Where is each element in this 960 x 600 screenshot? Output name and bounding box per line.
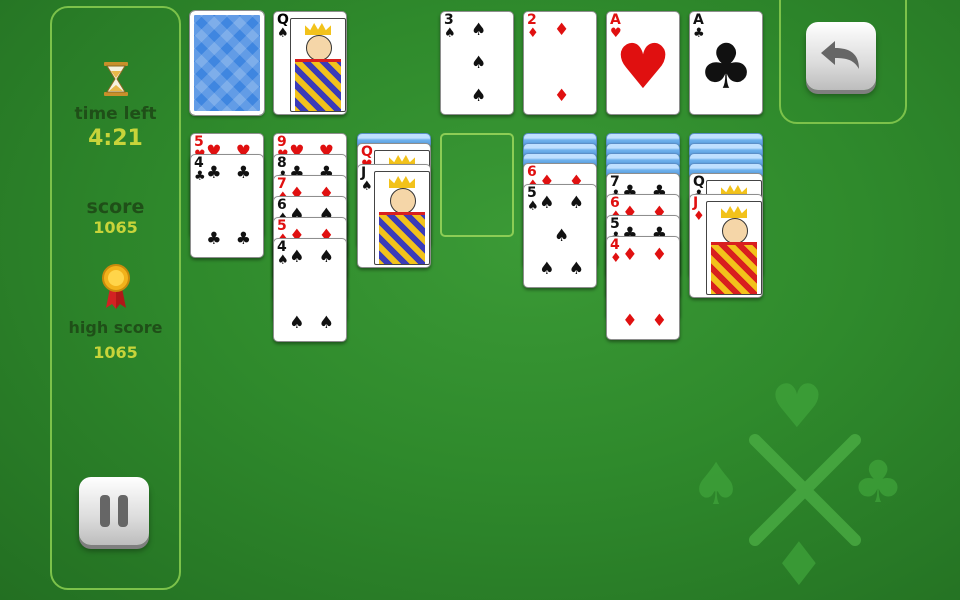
playing-card[interactable]: 4 ♦ ♦ ♦ ♦ ♦ (606, 236, 680, 340)
foundation-pile-1[interactable]: 3 ♠ ♠ ♠ ♠ (440, 11, 514, 115)
foundation-pile-2[interactable]: 2 ♦ ♦ ♦ (523, 11, 597, 115)
playing-card[interactable]: 5 ♠ ♠ ♠ ♠ ♠ ♠ (523, 184, 597, 288)
playing-card[interactable]: 4 ♣ ♣ ♣ ♣ ♣ (190, 154, 264, 258)
card-pip: ♣ (206, 162, 222, 183)
playing-card[interactable]: J ♦ (689, 194, 763, 298)
pause-icon (100, 495, 128, 527)
time-left-value: 4:21 (88, 126, 143, 151)
card-pip: ♠ (554, 226, 570, 246)
card-pip: ♦ (651, 244, 668, 265)
card-pip: ♠ (318, 246, 335, 267)
crossed-swords-watermark-icon (749, 434, 861, 546)
card-pip: ♦ (622, 311, 638, 332)
card-suit: ♠ (277, 253, 289, 268)
waste-pile-card[interactable]: Q ♠ (273, 11, 347, 115)
hourglass-icon (50, 62, 181, 96)
undo-arrow-icon (821, 41, 859, 69)
high-score-label: high score (68, 318, 163, 337)
card-suit: ♦ (610, 251, 622, 266)
card-pip: ♣ (206, 229, 222, 250)
card-suit: ♠ (277, 26, 289, 41)
card-face-art (706, 201, 762, 295)
medal-icon (50, 264, 181, 310)
card-pip: ♠ (289, 246, 305, 267)
score-value: 1065 (93, 218, 138, 237)
empty-tableau-slot[interactable] (440, 133, 514, 237)
high-score-value: 1065 (93, 343, 138, 362)
card-pip: ♣ (235, 229, 252, 250)
card-center-suit: ♥ (615, 30, 671, 103)
time-left-label: time left (74, 104, 157, 124)
card-pip: ♠ (471, 19, 487, 40)
pause-button[interactable] (79, 477, 149, 545)
spade-watermark-icon: ♠ (690, 450, 742, 518)
card-suit: ♦ (527, 26, 539, 41)
card-pip: ♠ (318, 313, 335, 334)
card-suit: ♠ (444, 26, 456, 41)
card-pip: ♦ (554, 86, 570, 107)
card-suit: ♦ (693, 209, 705, 224)
card-suit: ♠ (361, 179, 373, 194)
foundation-pile-3[interactable]: A ♥ ♥ (606, 11, 680, 115)
card-suit: ♣ (194, 169, 206, 184)
card-pip: ♦ (622, 244, 638, 265)
card-pip: ♠ (289, 313, 305, 334)
card-pip: ♦ (651, 311, 668, 332)
card-pip: ♠ (539, 192, 555, 213)
score-label: score (86, 196, 145, 218)
card-pip: ♦ (554, 19, 570, 40)
card-center-suit: ♣ (698, 30, 754, 103)
card-pip: ♠ (568, 192, 585, 213)
card-pip: ♠ (539, 259, 555, 280)
card-face-art (374, 171, 430, 265)
stock-pile[interactable] (189, 10, 265, 116)
playing-card[interactable]: J ♠ (357, 164, 431, 268)
card-pip: ♠ (471, 86, 487, 107)
playing-card[interactable]: 4 ♠ ♠ ♠ ♠ ♠ (273, 238, 347, 342)
card-pip: ♠ (568, 259, 585, 280)
undo-button[interactable] (806, 22, 876, 90)
card-face-art (290, 18, 346, 112)
card-pip: ♣ (235, 162, 252, 183)
card-pip: ♠ (471, 53, 487, 73)
card-suit: ♠ (527, 199, 539, 214)
foundation-pile-4[interactable]: A ♣ ♣ (689, 11, 763, 115)
